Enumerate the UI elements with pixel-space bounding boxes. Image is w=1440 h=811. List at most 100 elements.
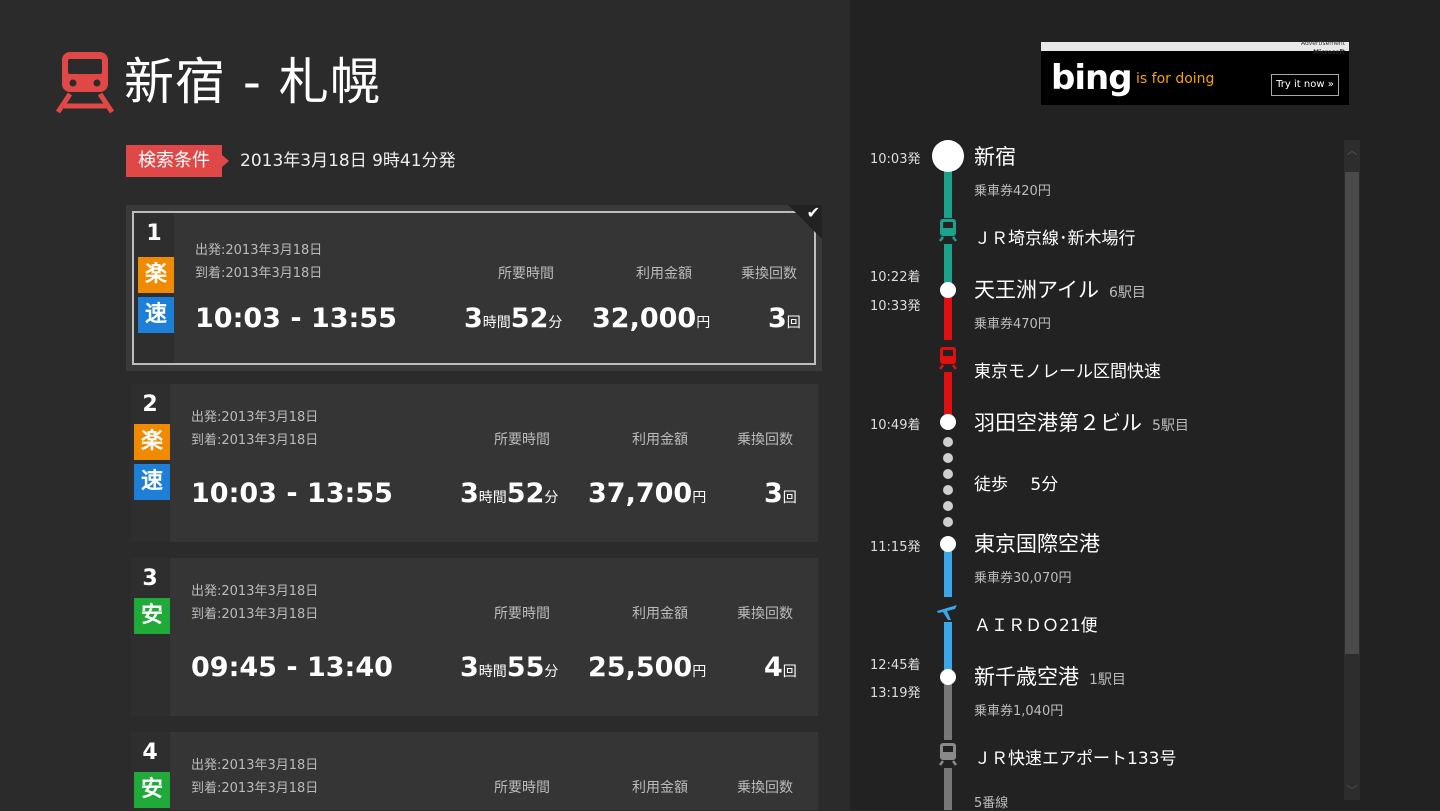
line-segment-airport-rapid: [944, 678, 952, 740]
route-rank: 1: [146, 221, 162, 246]
time-label: 11:15発: [870, 540, 921, 555]
fare-label: 乗車券420円: [974, 184, 1051, 199]
duration-header: 所要時間: [494, 432, 550, 448]
line-segment-flight: [944, 545, 952, 597]
route-card-1[interactable]: 1 楽 速 出発:2013年3月18日 到着:2013年3月18日 所要時間 利…: [126, 203, 822, 371]
route-times: 09:45 - 13:40: [191, 652, 393, 683]
rank-column: 4 安: [130, 732, 170, 810]
page-title: 新宿 - 札幌: [124, 53, 381, 111]
ad-brand: Microsoft: [1313, 49, 1345, 56]
time-label: 13:19発: [870, 686, 921, 701]
duration-header: 所要時間: [494, 780, 550, 796]
route-card-3[interactable]: 3 安 出発:2013年3月18日 到着:2013年3月18日 所要時間 利用金…: [130, 558, 818, 716]
route-rank: 4: [142, 740, 158, 765]
route-transfers: 3回: [764, 478, 797, 509]
search-conditions-text: 2013年3月18日 9時41分発: [240, 151, 456, 171]
tag-cheap: 安: [134, 772, 170, 808]
scroll-thumb[interactable]: [1345, 172, 1359, 654]
tag-comfort: 楽: [134, 424, 170, 460]
time-label: 10:22着: [870, 270, 921, 285]
time-label: 10:33発: [870, 299, 921, 314]
route-card-2[interactable]: 2 楽 速 出発:2013年3月18日 到着:2013年3月18日 所要時間 利…: [130, 384, 818, 542]
stop-dot: [940, 536, 956, 552]
line-name[interactable]: ＪＲ快速エアポート133号: [974, 744, 1176, 769]
platform-label: 5番線: [974, 796, 1009, 811]
route-rank: 2: [142, 392, 158, 417]
station-name[interactable]: 東京国際空港: [974, 528, 1100, 558]
station-name[interactable]: 新千歳空港 1駅目: [974, 661, 1126, 691]
ad-tagline: is for doing: [1136, 71, 1215, 87]
line-segment-monorail: [944, 292, 952, 340]
tag-cheap: 安: [134, 598, 170, 634]
walk-dot: [943, 485, 953, 495]
stop-dot: [940, 669, 956, 685]
route-card-4[interactable]: 4 安 出発:2013年3月18日 到着:2013年3月18日 所要時間 利用金…: [130, 732, 818, 810]
tag-comfort: 楽: [138, 257, 174, 293]
line-name[interactable]: ＡＩＲＤＯ21便: [974, 611, 1098, 636]
rank-column: 3 安: [130, 558, 170, 716]
arrival-date: 到着:2013年3月18日: [191, 607, 319, 622]
route-card-inner: 1 楽 速 出発:2013年3月18日 到着:2013年3月18日 所要時間 利…: [132, 211, 816, 365]
train-icon: [939, 743, 957, 766]
line-segment-flight: [944, 622, 952, 676]
walk-dot: [943, 517, 953, 527]
stop-dot: [940, 414, 956, 430]
rank-column: 1 楽 速: [134, 213, 174, 363]
walk-dot: [943, 469, 953, 479]
walk-dot: [943, 437, 953, 447]
rank-column: 2 楽 速: [130, 384, 170, 542]
check-icon: ✔: [806, 203, 820, 222]
departure-date: 出発:2013年3月18日: [191, 584, 319, 599]
line-segment-saikyo: [944, 170, 952, 218]
time-label: 10:03発: [870, 152, 921, 167]
airplane-icon: [937, 605, 957, 620]
line-segment-airport-rapid: [944, 768, 952, 810]
walk-dot: [943, 453, 953, 463]
route-fare: 37,700円: [588, 478, 707, 509]
time-label: 12:45着: [870, 658, 921, 673]
route-times: 10:03 - 13:55: [195, 303, 397, 334]
tag-fast: 速: [134, 464, 170, 500]
route-duration: 3時間55分: [460, 652, 559, 683]
arrival-date: 到着:2013年3月18日: [191, 781, 319, 796]
route-transfers: 4回: [764, 652, 797, 683]
route-fare: 32,000円: [592, 303, 711, 334]
route-times: 10:03 - 13:55: [191, 478, 393, 509]
transfers-header: 乗換回数: [737, 432, 793, 448]
ad-strip: Advertisement: [1041, 40, 1349, 51]
duration-header: 所要時間: [498, 266, 554, 282]
bing-logo: bing: [1051, 58, 1133, 98]
time-label: 10:49着: [870, 418, 921, 433]
line-name[interactable]: ＪＲ埼京線･新木場行: [974, 224, 1136, 249]
tag-fast: 速: [138, 297, 174, 333]
departure-date: 出発:2013年3月18日: [191, 410, 319, 425]
station-name[interactable]: 羽田空港第２ビル 5駅目: [974, 407, 1189, 437]
monorail-icon: [939, 347, 957, 370]
duration-header: 所要時間: [494, 606, 550, 622]
fare-header: 利用金額: [632, 780, 688, 796]
line-name[interactable]: 東京モノレール区間快速: [974, 357, 1161, 382]
route-rank: 3: [142, 566, 158, 591]
search-conditions-badge[interactable]: 検索条件: [126, 145, 222, 177]
route-duration: 3時間52分: [460, 478, 559, 509]
route-fare: 25,500円: [588, 652, 707, 683]
fare-label: 乗車券470円: [974, 317, 1051, 332]
badge-arrow: [222, 155, 229, 167]
fare-header: 利用金額: [632, 606, 688, 622]
station-name[interactable]: 新宿: [974, 141, 1016, 171]
arrival-date: 到着:2013年3月18日: [195, 266, 323, 281]
fare-header: 利用金額: [636, 266, 692, 282]
scroll-up-icon[interactable]: ︿: [1346, 142, 1358, 158]
departure-date: 出発:2013年3月18日: [191, 758, 319, 773]
try-it-now-button[interactable]: Try it now »: [1271, 74, 1339, 96]
detail-scrollbar[interactable]: ︿ ﹀: [1344, 140, 1360, 800]
station-name[interactable]: 天王洲アイル 6駅目: [974, 274, 1146, 304]
origin-stop-dot: [932, 140, 964, 172]
ad-label: Advertisement: [1300, 40, 1345, 47]
scroll-down-icon[interactable]: ﹀: [1346, 782, 1358, 798]
transfers-header: 乗換回数: [741, 266, 797, 282]
transfers-header: 乗換回数: [737, 780, 793, 796]
bing-advertisement[interactable]: Advertisement Microsoft bing is for doin…: [1041, 40, 1349, 105]
arrival-date: 到着:2013年3月18日: [191, 433, 319, 448]
transfers-header: 乗換回数: [737, 606, 793, 622]
